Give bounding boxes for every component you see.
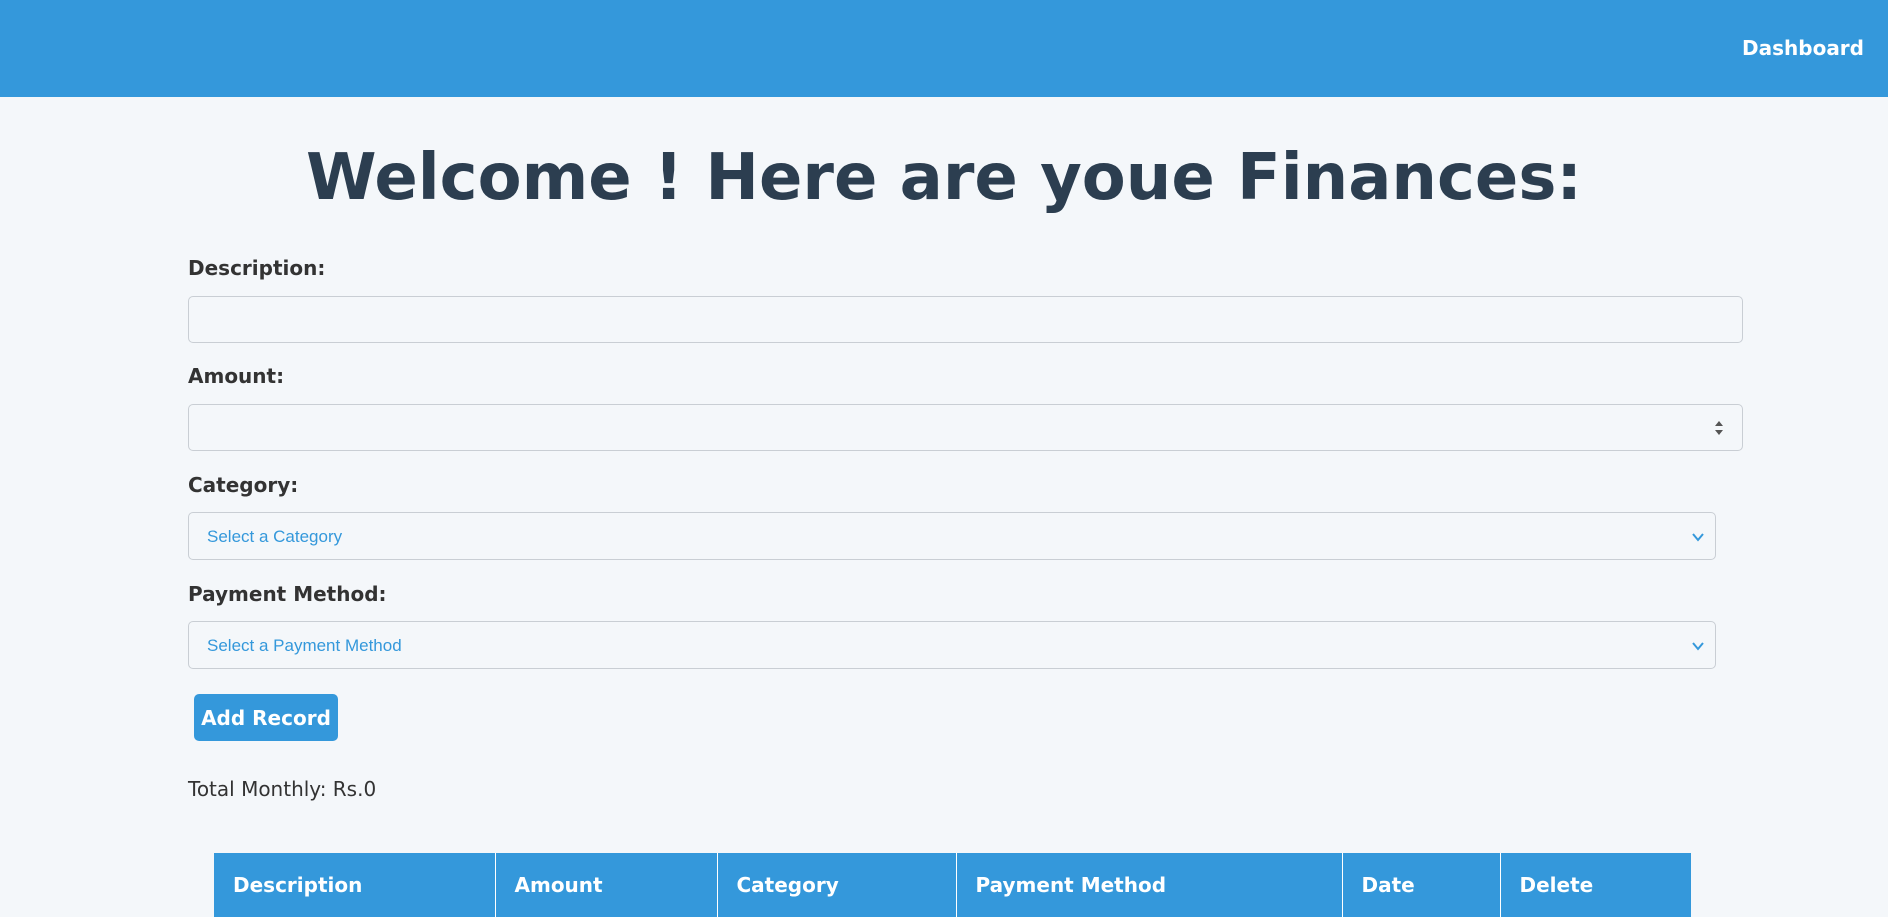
chevron-down-icon bbox=[1692, 642, 1704, 651]
chevron-down-icon bbox=[1692, 533, 1704, 542]
table-header-row: Description Amount Category Payment Meth… bbox=[214, 853, 1691, 917]
column-header-date: Date bbox=[1342, 853, 1501, 917]
top-navbar: Dashboard bbox=[0, 0, 1888, 97]
column-header-description: Description bbox=[214, 853, 496, 917]
column-header-category: Category bbox=[717, 853, 957, 917]
number-spinner-icon[interactable] bbox=[1714, 419, 1724, 437]
column-header-amount: Amount bbox=[495, 853, 718, 917]
description-label: Description: bbox=[188, 256, 326, 280]
amount-label: Amount: bbox=[188, 364, 285, 388]
add-record-button[interactable]: Add Record bbox=[194, 694, 338, 741]
payment-method-label: Payment Method: bbox=[188, 582, 387, 606]
payment-method-select-value: Select a Payment Method bbox=[207, 636, 402, 655]
amount-input[interactable] bbox=[188, 404, 1743, 451]
page-title: Welcome ! Here are youe Finances: bbox=[306, 141, 1582, 215]
description-input[interactable] bbox=[188, 296, 1743, 343]
column-header-delete: Delete bbox=[1500, 853, 1691, 917]
records-table: Description Amount Category Payment Meth… bbox=[214, 853, 1691, 917]
category-select-value: Select a Category bbox=[207, 527, 343, 546]
payment-method-select[interactable]: Select a Payment Method bbox=[188, 621, 1716, 669]
category-select[interactable]: Select a Category bbox=[188, 512, 1716, 560]
nav-link-dashboard[interactable]: Dashboard bbox=[1742, 36, 1864, 60]
column-header-payment-method: Payment Method bbox=[956, 853, 1343, 917]
category-label: Category: bbox=[188, 473, 299, 497]
total-monthly: Total Monthly: Rs.0 bbox=[188, 777, 377, 801]
